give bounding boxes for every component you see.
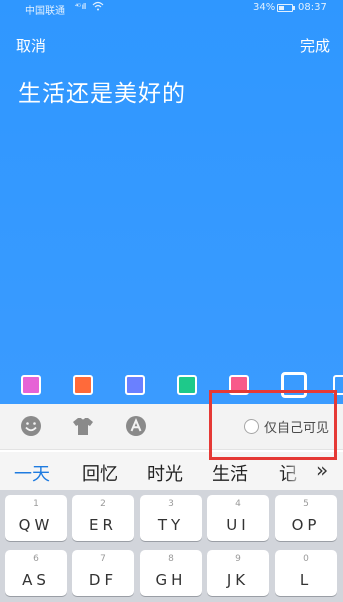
- key-er[interactable]: 2 ER: [72, 495, 134, 541]
- swatch-partial[interactable]: [333, 375, 343, 395]
- private-radio[interactable]: [244, 419, 259, 434]
- private-label: 仅自己可见: [264, 421, 330, 436]
- key-letters: AS: [22, 571, 50, 589]
- suggestion-item[interactable]: 生活: [212, 460, 248, 486]
- status-bar: 中国联通 ⁴ᴳ ıll 34% 08:37: [0, 0, 343, 17]
- key-letters: TY: [157, 516, 185, 534]
- suggestion-item[interactable]: 时光: [147, 460, 183, 486]
- key-qw[interactable]: 1 QW: [5, 495, 67, 541]
- battery-icon: [277, 4, 293, 12]
- swatch-periwinkle[interactable]: [125, 375, 145, 395]
- shirt-icon[interactable]: [70, 415, 96, 437]
- key-letters: GH: [155, 571, 187, 589]
- key-op[interactable]: 5 OP: [275, 495, 337, 541]
- key-number: 4: [235, 499, 241, 509]
- key-number: 2: [100, 499, 106, 509]
- key-ty[interactable]: 3 TY: [140, 495, 202, 541]
- key-letters: JK: [226, 571, 250, 589]
- keyboard: 1 QW 2 ER 3 TY 4 UI 5 OP 6 AS 7 DF 8 GH …: [0, 490, 343, 602]
- key-number: 9: [235, 554, 241, 564]
- key-letters: QW: [18, 516, 54, 534]
- key-number: 6: [33, 554, 39, 564]
- editor-text[interactable]: 生活还是美好的: [18, 74, 186, 108]
- done-button[interactable]: 完成: [300, 35, 330, 56]
- key-number: 3: [168, 499, 174, 509]
- signal-icon: ⁴ᴳ ıll: [75, 2, 86, 11]
- key-df[interactable]: 7 DF: [72, 550, 134, 596]
- carrier-label: 中国联通: [25, 6, 65, 17]
- key-number: 1: [33, 499, 39, 509]
- key-letters: L: [299, 571, 313, 589]
- cancel-button[interactable]: 取消: [16, 35, 46, 56]
- swatch-magenta[interactable]: [21, 375, 41, 395]
- key-letters: ER: [89, 516, 117, 534]
- emoji-icon[interactable]: [20, 415, 42, 437]
- key-number: 7: [100, 554, 106, 564]
- font-icon[interactable]: [125, 415, 147, 437]
- editor-background: [0, 0, 343, 404]
- key-number: 0: [303, 554, 309, 564]
- battery-tip: [293, 6, 295, 10]
- key-ui[interactable]: 4 UI: [207, 495, 269, 541]
- key-letters: UI: [226, 516, 250, 534]
- wifi-icon: [92, 1, 104, 14]
- swatch-pink[interactable]: [229, 375, 249, 395]
- color-swatch-bar: [0, 372, 343, 400]
- suggestion-item[interactable]: 一天: [14, 460, 50, 486]
- key-gh[interactable]: 8 GH: [140, 550, 202, 596]
- key-number: 5: [303, 499, 309, 509]
- key-l[interactable]: 0 L: [275, 550, 337, 596]
- suggestion-fade: [284, 452, 304, 490]
- clock: 08:37: [298, 2, 327, 13]
- key-letters: OP: [291, 516, 321, 534]
- key-jk[interactable]: 9 JK: [207, 550, 269, 596]
- suggestion-bar: 一天 回忆 时光 生活 记 »: [0, 452, 343, 490]
- key-number: 8: [168, 554, 174, 564]
- swatch-green[interactable]: [177, 375, 197, 395]
- expand-suggestions-icon[interactable]: »: [316, 458, 328, 482]
- suggestion-item[interactable]: 回忆: [82, 460, 118, 486]
- swatch-orange[interactable]: [73, 375, 93, 395]
- private-toggle[interactable]: 仅自己可见: [244, 417, 329, 436]
- swatch-blue-selected[interactable]: [281, 372, 307, 398]
- key-as[interactable]: 6 AS: [5, 550, 67, 596]
- key-letters: DF: [88, 571, 118, 589]
- battery-percent: 34%: [253, 2, 276, 13]
- toolbar: 仅自己可见: [0, 404, 343, 450]
